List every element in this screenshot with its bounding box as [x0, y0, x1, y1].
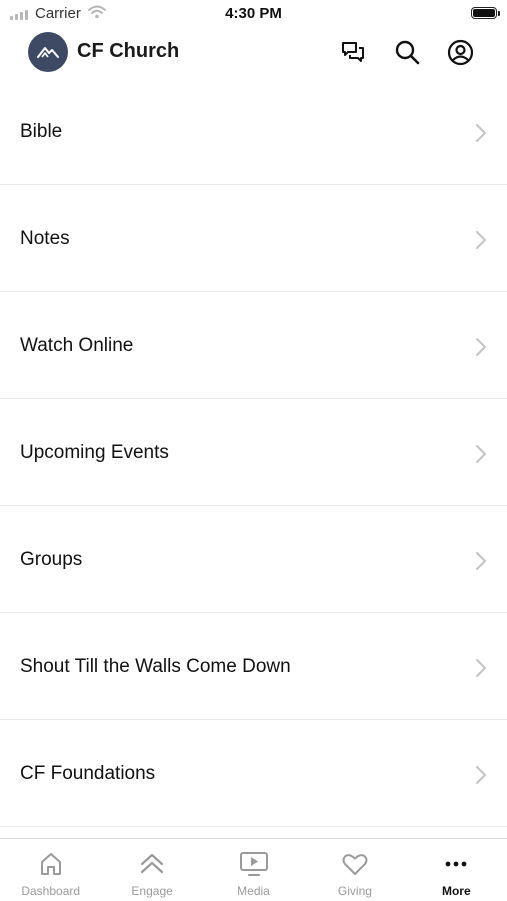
chevron-right-icon [475, 551, 487, 576]
clock: 4:30 PM [225, 5, 282, 22]
app-title: CF Church [77, 40, 180, 62]
bottom-tab-bar: Dashboard Engage Media Giving More [0, 838, 507, 901]
tab-label: Giving [337, 884, 372, 898]
app-header: CF Church [0, 28, 507, 78]
menu-item-label: CF Foundations [20, 763, 156, 784]
menu-item-shout-till-the-walls-come-down[interactable]: Shout Till the Walls Come Down [0, 613, 507, 720]
tab-label: Dashboard [21, 884, 81, 898]
menu-item-upcoming-events[interactable]: Upcoming Events [0, 399, 507, 506]
menu-item-label: Notes [20, 228, 70, 249]
search-icon[interactable] [393, 38, 421, 66]
more-dots-icon [443, 851, 469, 877]
chevron-right-icon [475, 230, 487, 255]
profile-icon[interactable] [446, 38, 474, 66]
tab-label: Engage [131, 884, 173, 898]
heart-icon [341, 851, 369, 877]
tab-engage[interactable]: Engage [101, 839, 202, 901]
menu-item-label: Groups [20, 549, 83, 570]
chevron-right-icon [475, 658, 487, 683]
double-chevron-up-icon [139, 851, 165, 877]
tab-more[interactable]: More [406, 839, 507, 901]
tv-play-icon [239, 851, 269, 877]
menu-item-label: Bible [20, 121, 63, 142]
tab-giving[interactable]: Giving [304, 839, 405, 901]
menu-item-label: Shout Till the Walls Come Down [20, 656, 291, 677]
menu-item-notes[interactable]: Notes [0, 185, 507, 292]
chevron-right-icon [475, 765, 487, 790]
menu-item-bible[interactable]: Bible [0, 78, 507, 185]
menu-item-label: Upcoming Events [20, 442, 169, 463]
chevron-right-icon [475, 123, 487, 148]
chevron-right-icon [475, 337, 487, 362]
chat-icon[interactable] [339, 38, 367, 66]
tab-dashboard[interactable]: Dashboard [0, 839, 101, 901]
church-logo-icon[interactable] [28, 32, 68, 72]
tab-label: More [441, 884, 471, 898]
battery-icon [471, 7, 500, 19]
chevron-right-icon [475, 444, 487, 469]
menu-item-cf-foundations[interactable]: CF Foundations [0, 720, 507, 827]
tab-label: Media [237, 884, 270, 898]
menu-list: Bible Notes Watch Online Upcoming Events… [0, 78, 507, 827]
tab-media[interactable]: Media [203, 839, 304, 901]
home-icon [38, 851, 64, 877]
menu-item-watch-online[interactable]: Watch Online [0, 292, 507, 399]
menu-item-label: Watch Online [20, 335, 134, 356]
menu-item-groups[interactable]: Groups [0, 506, 507, 613]
status-bar: Carrier 4:30 PM [0, 0, 507, 28]
